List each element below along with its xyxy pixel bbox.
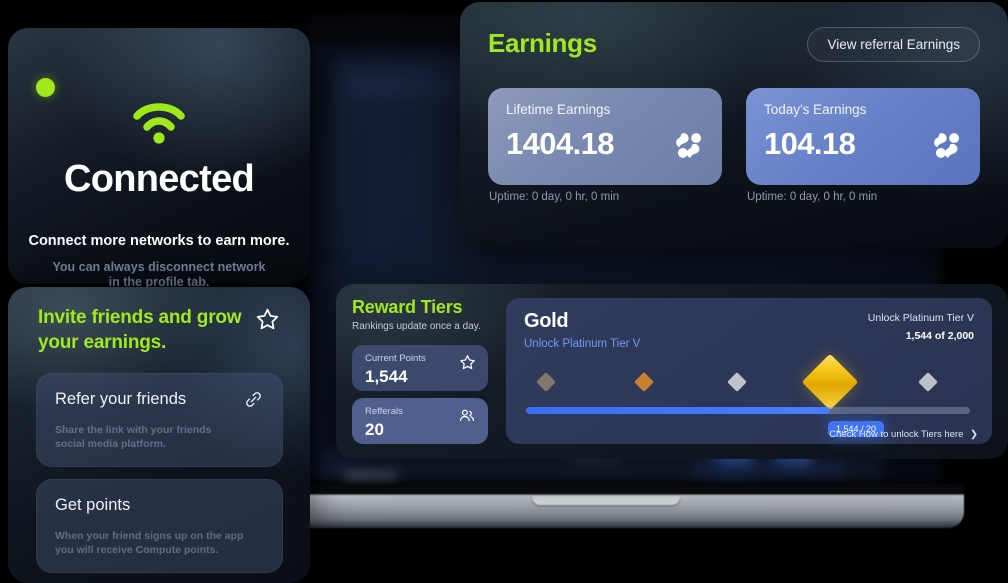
gold-tier-panel: Gold Unlock Platinum Tier V Unlock Plati…	[506, 298, 992, 444]
refer-friends-item[interactable]: Refer your friends Share the link with y…	[36, 373, 283, 467]
current-points-value: 1,544	[365, 367, 408, 386]
connected-subtitle-hint: You can always disconnect network in the…	[8, 260, 310, 290]
reward-tiers-subtitle: Rankings update once a day.	[352, 321, 481, 332]
people-icon	[458, 407, 476, 429]
lifetime-earnings-label: Lifetime Earnings	[506, 102, 611, 117]
chevron-right-icon: ❯	[970, 429, 978, 440]
earnings-panel: Earnings View referral Earnings Lifetime…	[460, 2, 1008, 248]
points-desc-line2: you will receive Compute points.	[55, 543, 219, 556]
get-points-desc: When your friend signs up on the app you…	[55, 530, 255, 557]
get-points-title: Get points	[55, 496, 131, 514]
tier-name: Gold	[524, 310, 569, 332]
connected-subtitle-bold: Connect more networks to earn more.	[28, 233, 290, 249]
reward-tiers-title: Reward Tiers	[352, 297, 463, 317]
gold-tier-diamond[interactable]	[801, 353, 859, 411]
lifetime-uptime-label: Uptime: 0 day, 0 hr, 0 min	[489, 191, 620, 203]
get-points-item[interactable]: Get points When your friend signs up on …	[36, 479, 283, 573]
link-icon[interactable]	[243, 389, 264, 415]
laptop-bottom-bezel	[296, 484, 964, 528]
wifi-icon	[8, 100, 310, 153]
current-points-card[interactable]: Current Points 1,544	[352, 345, 488, 391]
lifetime-earnings-value: 1404.18	[506, 126, 614, 161]
pinwheel-logo-icon	[931, 129, 964, 167]
bronze-tier-diamond[interactable]	[536, 372, 556, 392]
refer-desc-line2: social media platform.	[55, 437, 166, 450]
today-earnings-value: 104.18	[764, 126, 856, 161]
online-dot-icon	[36, 78, 55, 97]
invite-title-line2: your earnings.	[38, 332, 167, 353]
today-earnings-card[interactable]: Today's Earnings 104.18	[746, 88, 980, 185]
check-tiers-label: Check How to unlock Tiers here	[829, 429, 964, 440]
connected-title: Connected	[63, 158, 255, 200]
platinum-tier-diamond[interactable]	[917, 372, 938, 392]
unlock-progress-value: 1,544 of 2,000	[905, 330, 974, 342]
tier-progress-track[interactable]	[526, 407, 970, 414]
referrals-value: 20	[365, 420, 384, 439]
referrals-label: Refferals	[365, 406, 403, 417]
invite-title-line1: Invite friends and grow	[38, 307, 242, 328]
refer-friends-desc: Share the link with your friends social …	[55, 424, 255, 451]
unlock-next-tier-label: Unlock Platinum Tier V	[867, 312, 974, 324]
tier-progress-fill	[526, 407, 831, 414]
tier-diamond-row	[506, 353, 992, 411]
points-desc-line1: When your friend signs up on the app	[55, 530, 244, 542]
view-referral-earnings-button[interactable]: View referral Earnings	[807, 27, 980, 62]
composite-stage: Connected Connect more networks to earn …	[0, 0, 1008, 583]
refer-desc-line1: Share the link with your friends	[55, 424, 212, 436]
invite-title: Invite friends and grow your earnings.	[38, 305, 243, 355]
pinwheel-logo-icon	[673, 129, 706, 167]
star-icon	[459, 354, 476, 376]
invite-friends-card: Invite friends and grow your earnings. R…	[8, 287, 310, 583]
silver-tier-diamond[interactable]	[726, 372, 747, 392]
check-how-to-unlock-link[interactable]: Check How to unlock Tiers here ❯	[829, 429, 978, 440]
orange-tier-diamond[interactable]	[633, 372, 654, 392]
reward-tiers-panel: Reward Tiers Rankings update once a day.…	[336, 284, 1008, 459]
today-earnings-label: Today's Earnings	[764, 102, 867, 117]
current-points-label: Current Points	[365, 353, 426, 364]
referrals-card[interactable]: Refferals 20	[352, 398, 488, 444]
tier-subtitle: Unlock Platinum Tier V	[524, 338, 641, 350]
connected-hint-line1: You can always disconnect network	[52, 260, 266, 274]
laptop-trackpad-notch	[532, 496, 680, 505]
refer-friends-title: Refer your friends	[55, 390, 187, 408]
earnings-title: Earnings	[488, 28, 597, 58]
star-icon[interactable]	[255, 307, 280, 337]
connected-card: Connected Connect more networks to earn …	[8, 28, 310, 289]
lifetime-earnings-card[interactable]: Lifetime Earnings 1404.18	[488, 88, 722, 185]
today-uptime-label: Uptime: 0 day, 0 hr, 0 min	[747, 191, 878, 203]
